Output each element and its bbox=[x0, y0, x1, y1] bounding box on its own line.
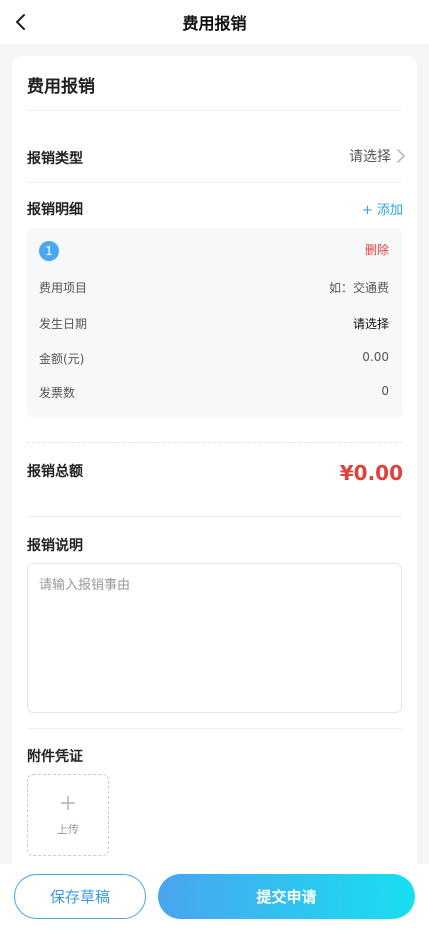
divider bbox=[27, 442, 402, 443]
chevron-left-icon bbox=[16, 14, 25, 30]
chevron-right-icon bbox=[397, 149, 405, 163]
amount-label: 金额(元) bbox=[39, 352, 85, 366]
total-amount: ¥0.00 bbox=[339, 461, 403, 485]
reimbursement-type-label: 报销类型 bbox=[27, 151, 83, 167]
divider bbox=[27, 728, 402, 729]
nav-bar: 费用报销 bbox=[0, 0, 429, 44]
plus-icon: + bbox=[58, 791, 78, 816]
description-textarea[interactable]: 请输入报销事由 bbox=[27, 563, 402, 713]
attachments-label: 附件凭证 bbox=[27, 749, 83, 765]
page-title: 费用报销 bbox=[182, 14, 247, 33]
add-detail-button[interactable]: + 添加 bbox=[362, 199, 403, 218]
bottom-action-bar: 保存草稿 提交申请 bbox=[0, 864, 429, 931]
upload-button[interactable]: + 上传 bbox=[27, 774, 109, 856]
delete-item-button[interactable]: 删除 bbox=[365, 241, 389, 258]
invoice-count-input[interactable]: 0 bbox=[381, 384, 389, 398]
divider bbox=[27, 182, 402, 183]
upload-label: 上传 bbox=[57, 823, 79, 836]
reimbursement-type-value: 请选择 bbox=[349, 149, 391, 165]
date-label: 发生日期 bbox=[39, 317, 88, 331]
expense-item-input[interactable]: 如：交通费 bbox=[329, 279, 389, 296]
form-title: 费用报销 bbox=[27, 77, 95, 97]
item-index-badge: 1 bbox=[39, 241, 59, 261]
total-label: 报销总额 bbox=[27, 464, 83, 480]
amount-input[interactable]: 0.00 bbox=[362, 350, 389, 364]
divider bbox=[27, 516, 402, 517]
form-card: 费用报销 报销类型 请选择 报销明细 + 添加 1 删除 费用项目 如：交通费 … bbox=[12, 56, 417, 876]
date-picker[interactable]: 请选择 bbox=[353, 315, 389, 332]
expense-item-label: 费用项目 bbox=[39, 281, 88, 295]
save-draft-button[interactable]: 保存草稿 bbox=[14, 874, 146, 919]
details-label: 报销明细 bbox=[27, 202, 83, 218]
back-button[interactable] bbox=[8, 9, 34, 35]
invoice-count-label: 发票数 bbox=[39, 386, 76, 400]
detail-item: 1 删除 费用项目 如：交通费 发生日期 请选择 金额(元) 0.00 发票数 … bbox=[27, 228, 402, 418]
divider bbox=[27, 110, 402, 111]
description-label: 报销说明 bbox=[27, 538, 83, 554]
reimbursement-type-select[interactable]: 请选择 bbox=[349, 146, 405, 166]
submit-button[interactable]: 提交申请 bbox=[158, 874, 415, 919]
